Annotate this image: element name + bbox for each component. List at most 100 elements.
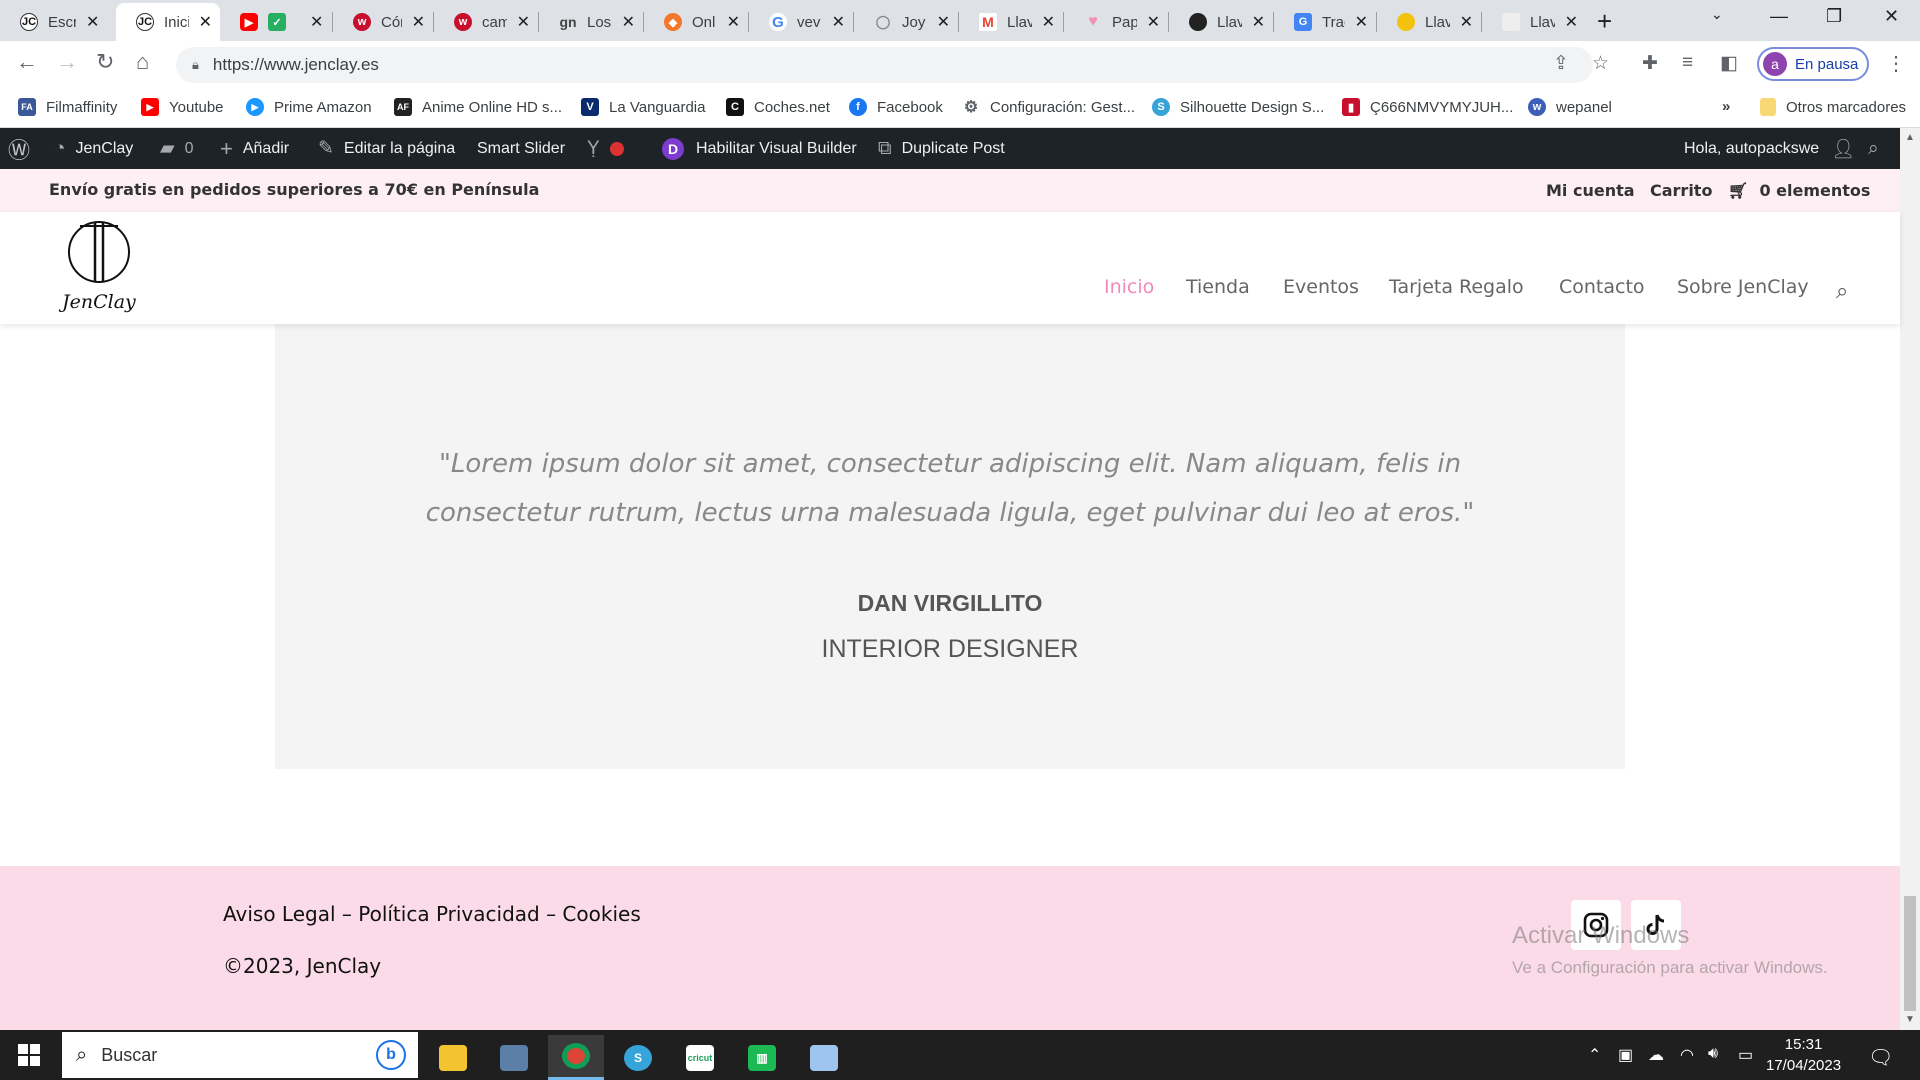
nav-sobre-jenclay[interactable]: Sobre JenClay — [1677, 276, 1809, 298]
close-tab-icon[interactable]: ✕ — [1042, 12, 1055, 32]
bookmark-facebook[interactable]: f Facebook — [849, 98, 943, 116]
media-control-icon[interactable]: ≡ — [1682, 52, 1693, 74]
taskbar-cricut[interactable]: cricut — [672, 1035, 728, 1080]
side-panel-icon[interactable]: ◧ — [1720, 52, 1738, 75]
wp-my-account[interactable]: Hola, autopackswe 👤︎ — [1684, 128, 1855, 169]
bookmark-configuracion[interactable]: ⚙ Configuración: Gest... — [962, 98, 1135, 117]
windows-start-button[interactable] — [18, 1044, 40, 1066]
share-icon[interactable]: ⇪ — [1553, 52, 1569, 75]
close-tab-icon[interactable]: ✕ — [517, 12, 530, 32]
close-tab-icon[interactable]: ✕ — [86, 12, 99, 32]
wp-comments[interactable]: ▰ 0 — [160, 128, 194, 169]
bookmark-silhouette[interactable]: S Silhouette Design S... — [1152, 98, 1324, 116]
forward-button[interactable]: → — [56, 49, 78, 75]
battery-icon[interactable]: ▭ — [1738, 1045, 1753, 1065]
other-bookmarks-folder[interactable]: Otros marcadores — [1760, 98, 1906, 116]
taskbar-file-explorer[interactable] — [425, 1035, 481, 1080]
nav-tarjeta-regalo[interactable]: Tarjeta Regalo — [1389, 276, 1524, 298]
close-tab-icon[interactable]: ✕ — [412, 12, 425, 32]
close-tab-icon[interactable]: ✕ — [727, 12, 740, 32]
scroll-down-arrow-icon[interactable]: ▼ — [1905, 1014, 1915, 1025]
close-tab-icon[interactable]: ✕ — [199, 12, 212, 32]
browser-tab[interactable]: Llav ✕ — [1169, 3, 1273, 41]
show-hidden-icons-chevron-icon[interactable]: ⌃ — [1588, 1045, 1601, 1065]
browser-tab[interactable]: ♥ Pap ✕ — [1064, 3, 1168, 41]
minimize-button[interactable]: — — [1770, 6, 1788, 27]
scrollbar-thumb[interactable] — [1904, 896, 1916, 1011]
scroll-up-arrow-icon[interactable]: ▲ — [1905, 132, 1915, 143]
new-tab-button[interactable]: + — [1597, 6, 1612, 37]
bookmark-wepanel[interactable]: w wepanel — [1528, 98, 1612, 116]
wp-visual-builder[interactable]: D Habilitar Visual Builder — [662, 128, 857, 169]
wp-duplicate-post[interactable]: ⧉ Duplicate Post — [878, 128, 1005, 169]
nav-eventos[interactable]: Eventos — [1283, 276, 1359, 298]
close-tab-icon[interactable]: ✕ — [1355, 12, 1368, 32]
volume-icon[interactable]: 🔊︎ — [1708, 1045, 1718, 1063]
wp-search-icon[interactable]: ⌕ — [1868, 128, 1879, 169]
close-tab-icon[interactable]: ✕ — [310, 12, 323, 32]
address-bar[interactable]: 🔒︎ https://www.jenclay.es — [176, 47, 1593, 83]
bookmark-filmaffinity[interactable]: FA Filmaffinity — [18, 98, 117, 116]
browser-tab[interactable]: w cam ✕ — [434, 3, 538, 41]
extensions-icon[interactable]: ✚ — [1642, 52, 1658, 75]
jenclay-logo[interactable]: JenClay — [58, 218, 144, 318]
browser-tab[interactable]: Llav ✕ — [1482, 3, 1586, 41]
onedrive-error-icon[interactable]: ☁︎ — [1648, 1045, 1664, 1065]
wp-site-name[interactable]: ◔ JenClay — [54, 128, 133, 169]
taskbar-search-box[interactable]: ⌕ Buscar b — [62, 1032, 418, 1078]
close-tab-icon[interactable]: ✕ — [1147, 12, 1160, 32]
browser-tab-active[interactable]: JC Inici ✕ — [116, 3, 220, 41]
wp-smart-slider[interactable]: Smart Slider — [477, 128, 565, 169]
close-tab-icon[interactable]: ✕ — [1252, 12, 1265, 32]
close-window-button[interactable]: ✕ — [1884, 6, 1899, 27]
taskbar-numbers[interactable]: ▥ — [734, 1035, 790, 1080]
notifications-icon[interactable]: 🗨︎ — [1868, 1045, 1893, 1070]
back-button[interactable]: ← — [16, 49, 38, 75]
taskbar-clock[interactable]: 15:31 17/04/2023 — [1766, 1034, 1841, 1076]
bookmark-la-vanguardia[interactable]: V La Vanguardia — [581, 98, 705, 116]
close-tab-icon[interactable]: ✕ — [1460, 12, 1473, 32]
browser-tab[interactable]: JC Escr ✕ — [0, 3, 116, 41]
browser-tab[interactable]: ◯ Joy ✕ — [854, 3, 958, 41]
bookmark-prime-amazon[interactable]: ▶ Prime Amazon — [246, 98, 372, 116]
close-tab-icon[interactable]: ✕ — [1565, 12, 1578, 32]
bing-icon[interactable]: b — [376, 1040, 406, 1070]
bookmark-youtube[interactable]: ▶ Youtube — [141, 98, 224, 116]
cart-items-link[interactable]: 🛒︎ 0 elementos — [1728, 181, 1870, 200]
nav-tienda[interactable]: Tienda — [1186, 276, 1250, 298]
bookmark-star-icon[interactable]: ☆ — [1592, 52, 1609, 75]
browser-tab[interactable]: ◆ Onl ✕ — [644, 3, 748, 41]
browser-tab[interactable]: G vev ✕ — [749, 3, 853, 41]
browser-tab[interactable]: gn Los ✕ — [539, 3, 643, 41]
page-scrollbar[interactable]: ▲ ▼ — [1900, 128, 1920, 1030]
browser-tab[interactable]: ▶ ✓ ✕ — [220, 3, 332, 41]
search-icon[interactable]: ⌕ — [1836, 278, 1848, 304]
close-tab-icon[interactable]: ✕ — [622, 12, 635, 32]
bookmark-coches-net[interactable]: C Coches.net — [726, 98, 830, 116]
close-tab-icon[interactable]: ✕ — [832, 12, 845, 32]
cart-link[interactable]: Carrito — [1650, 181, 1712, 200]
wordpress-logo-icon[interactable]: Ⓦ — [8, 128, 40, 169]
tab-search-chevron-icon[interactable]: ⌄ — [1711, 6, 1723, 23]
nav-contacto[interactable]: Contacto — [1559, 276, 1645, 298]
lock-icon[interactable]: 🔒︎ — [192, 57, 199, 73]
reload-button[interactable]: ↻ — [96, 49, 114, 75]
profile-button[interactable]: a En pausa — [1757, 47, 1869, 81]
bookmark-c666[interactable]: ▮ Ç666NMVYMYJUH... — [1342, 98, 1513, 116]
more-bookmarks-button[interactable]: » — [1722, 98, 1730, 115]
wifi-icon[interactable]: ◠ — [1680, 1045, 1694, 1065]
browser-menu-icon[interactable]: ⋮ — [1886, 51, 1906, 76]
bookmark-anime-online[interactable]: AF Anime Online HD s... — [394, 98, 562, 116]
wp-edit-page[interactable]: ✎ Editar la página — [318, 128, 455, 169]
home-button[interactable]: ⌂ — [136, 49, 149, 75]
browser-tab[interactable]: G Trac ✕ — [1274, 3, 1376, 41]
taskbar-app-window[interactable] — [486, 1035, 542, 1080]
browser-tab[interactable]: w Cóm ✕ — [333, 3, 433, 41]
wp-yoast-seo[interactable]: Ỵ — [587, 128, 624, 169]
browser-tab[interactable]: Llav ✕ — [1377, 3, 1481, 41]
browser-tab[interactable]: M Llav ✕ — [959, 3, 1063, 41]
device-icon[interactable]: ▣ — [1618, 1045, 1633, 1065]
taskbar-photo-app[interactable] — [796, 1035, 852, 1080]
legal-links[interactable]: Aviso Legal – Política Privacidad – Cook… — [223, 902, 641, 926]
wp-add-new[interactable]: + Añadir — [220, 128, 289, 169]
